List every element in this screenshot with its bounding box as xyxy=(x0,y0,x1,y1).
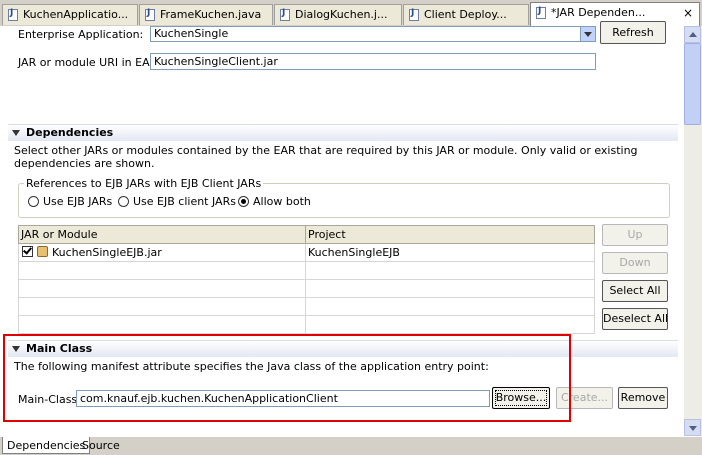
dependencies-table: JAR or Module Project KuchenSingleEJB.ja… xyxy=(18,225,595,334)
module-checkbox[interactable] xyxy=(22,245,33,257)
table-row xyxy=(18,279,595,298)
collapse-triangle-icon xyxy=(12,130,20,136)
table-row[interactable]: KuchenSingleEJB.jar KuchenSingleEJB xyxy=(18,243,595,262)
tab-label: Client Deploy... xyxy=(424,8,507,21)
jar-icon xyxy=(37,246,48,257)
enterprise-application-combo[interactable]: KuchenSingle xyxy=(150,26,596,42)
highlight-box xyxy=(3,334,571,422)
use-ejb-jars-radio[interactable] xyxy=(28,196,39,207)
dependencies-title: Dependencies xyxy=(26,126,114,139)
tab-source-page[interactable]: Source xyxy=(78,437,124,454)
editor-content: Enterprise Application: KuchenSingle Ref… xyxy=(0,21,684,436)
chevron-down-icon xyxy=(689,426,697,431)
allow-both-radio[interactable] xyxy=(238,196,249,207)
vertical-scrollbar[interactable] xyxy=(684,26,702,436)
java-file-icon xyxy=(8,8,18,21)
tab-client-deploy[interactable]: Client Deploy... xyxy=(403,4,529,25)
allow-both-label[interactable]: Allow both xyxy=(253,195,311,208)
tab-label: KuchenApplicatio... xyxy=(23,8,129,21)
scroll-up-arrow[interactable] xyxy=(684,26,701,43)
use-ejb-client-jars-radio[interactable] xyxy=(118,196,129,207)
deployment-file-icon xyxy=(409,8,419,21)
enterprise-application-value: KuchenSingle xyxy=(154,27,229,40)
manifest-file-icon xyxy=(536,6,546,19)
tab-label: DialogKuchen.j... xyxy=(295,8,388,21)
dependencies-section-header[interactable]: Dependencies xyxy=(8,124,678,141)
editor-tab-bar: KuchenApplicatio... FrameKuchen.java Dia… xyxy=(0,0,702,27)
remove-button[interactable]: Remove xyxy=(618,387,668,409)
java-file-icon xyxy=(280,8,290,21)
table-row xyxy=(18,315,595,334)
tab-label: FrameKuchen.java xyxy=(160,8,262,21)
up-button[interactable]: Up xyxy=(602,224,668,246)
enterprise-application-label: Enterprise Application: xyxy=(18,28,144,41)
editor-page-tabs: Dependencies Source xyxy=(0,436,702,455)
select-all-button[interactable]: Select All xyxy=(602,280,668,302)
scroll-thumb[interactable] xyxy=(684,43,701,125)
uri-field[interactable]: KuchenSingleClient.jar xyxy=(150,53,596,70)
tab-frame-kuchen[interactable]: FrameKuchen.java xyxy=(139,4,273,25)
uri-label: JAR or module URI in EAR: xyxy=(18,56,161,69)
checkmark-icon xyxy=(23,245,32,255)
dependencies-description: Select other JARs or modules contained b… xyxy=(14,144,638,170)
chevron-down-icon xyxy=(584,32,592,37)
deselect-all-button[interactable]: Deselect All xyxy=(602,308,668,330)
table-row xyxy=(18,297,595,316)
close-icon[interactable]: × xyxy=(683,6,693,20)
down-button[interactable]: Down xyxy=(602,252,668,274)
java-file-icon xyxy=(145,8,155,21)
refresh-button[interactable]: Refresh xyxy=(600,21,666,44)
column-header-module[interactable]: JAR or Module xyxy=(18,225,306,244)
scroll-down-arrow[interactable] xyxy=(684,419,701,436)
use-ejb-jars-label[interactable]: Use EJB JARs xyxy=(43,195,112,208)
chevron-up-icon xyxy=(689,32,697,37)
table-row xyxy=(18,261,595,280)
tab-kuchen-application[interactable]: KuchenApplicatio... xyxy=(2,4,138,25)
ejb-reference-group-label: References to EJB JARs with EJB Client J… xyxy=(24,177,264,190)
project-name: KuchenSingleEJB xyxy=(305,243,595,262)
tab-dialog-kuchen[interactable]: DialogKuchen.j... xyxy=(274,4,402,25)
tab-label: *JAR Dependen... xyxy=(551,6,646,19)
combo-dropdown-button[interactable] xyxy=(580,26,596,42)
column-header-project[interactable]: Project xyxy=(305,225,595,244)
use-ejb-client-jars-label[interactable]: Use EJB client JARs xyxy=(133,195,236,208)
